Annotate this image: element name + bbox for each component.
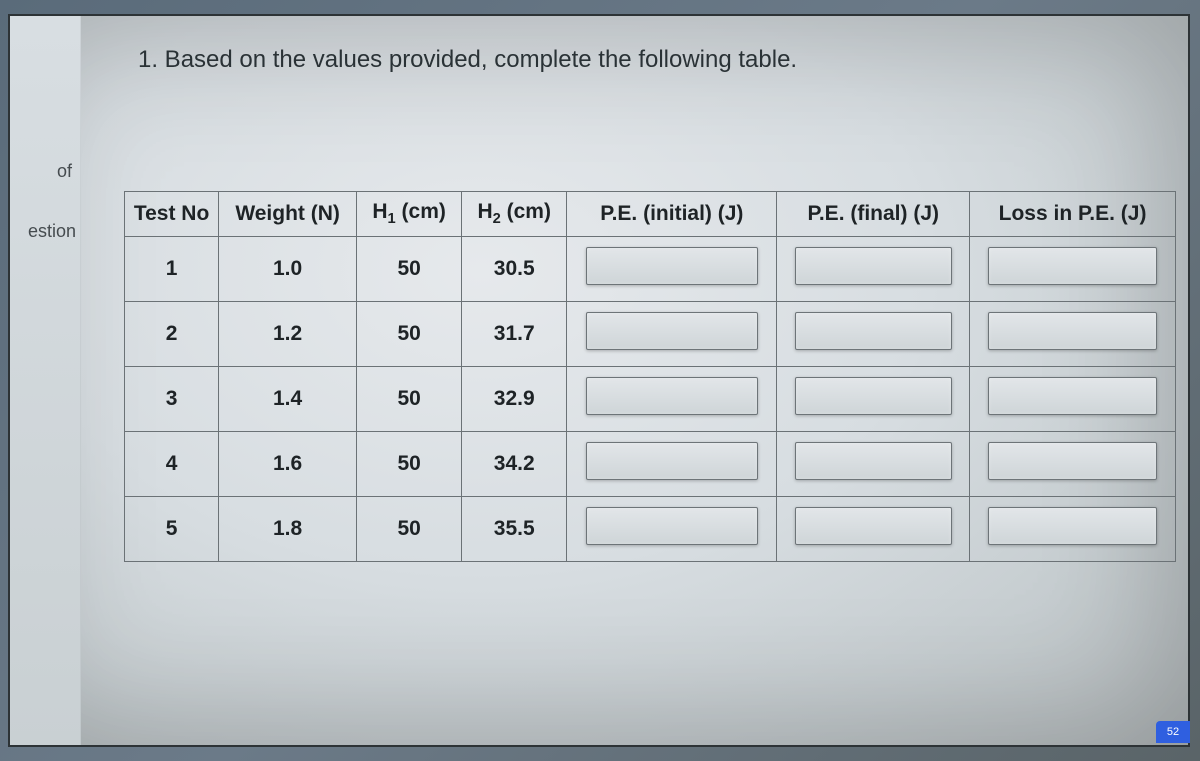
pe-initial-input[interactable] [586,247,758,285]
left-sidebar-fragment: of estion [10,16,81,745]
col-header-pe-final: P.E. (final) (J) [777,192,970,237]
cell-test-no: 4 [125,432,219,497]
screen-panel: of estion 1. Based on the values provide… [8,14,1190,747]
col-header-test-no: Test No [125,192,219,237]
data-table: Test No Weight (N) H1 (cm) H2 (cm) P.E. … [124,191,1176,562]
cell-h2: 35.5 [462,497,567,562]
cell-h2: 34.2 [462,432,567,497]
cell-h1: 50 [357,367,462,432]
table-header-row: Test No Weight (N) H1 (cm) H2 (cm) P.E. … [125,192,1176,237]
cell-h1: 50 [357,432,462,497]
cell-h1: 50 [357,497,462,562]
loss-input[interactable] [988,247,1156,285]
data-table-wrapper: Test No Weight (N) H1 (cm) H2 (cm) P.E. … [124,191,1176,562]
table-row: 21.25031.7 [125,302,1176,367]
cell-h2: 30.5 [462,237,567,302]
loss-input[interactable] [988,312,1156,350]
table-row: 41.65034.2 [125,432,1176,497]
pe-initial-input[interactable] [586,312,758,350]
pe-initial-input[interactable] [586,377,758,415]
loss-input-cell [970,367,1176,432]
cell-h1: 50 [357,237,462,302]
pe-initial-input-cell [567,237,777,302]
loss-input-cell [970,302,1176,367]
cell-weight: 1.4 [219,367,357,432]
col-header-h2: H2 (cm) [462,192,567,237]
loss-input-cell [970,237,1176,302]
cell-h1: 50 [357,302,462,367]
cell-test-no: 5 [125,497,219,562]
col-header-loss: Loss in P.E. (J) [970,192,1176,237]
loss-input[interactable] [988,442,1156,480]
cell-weight: 1.8 [219,497,357,562]
sidebar-text-estion: estion [6,221,76,242]
loss-input-cell [970,432,1176,497]
table-row: 11.05030.5 [125,237,1176,302]
table-row: 31.45032.9 [125,367,1176,432]
cell-h2: 32.9 [462,367,567,432]
table-row: 51.85035.5 [125,497,1176,562]
col-header-h1: H1 (cm) [357,192,462,237]
pe-final-input[interactable] [795,312,953,350]
pe-final-input[interactable] [795,442,953,480]
loss-input[interactable] [988,377,1156,415]
pe-final-input-cell [777,367,970,432]
loss-input[interactable] [988,507,1156,545]
pe-initial-input-cell [567,497,777,562]
cell-weight: 1.0 [219,237,357,302]
cell-test-no: 3 [125,367,219,432]
question-prompt: 1. Based on the values provided, complet… [138,46,1158,74]
pe-final-input-cell [777,302,970,367]
cell-h2: 31.7 [462,302,567,367]
pe-initial-input-cell [567,367,777,432]
cell-weight: 1.2 [219,302,357,367]
pe-final-input[interactable] [795,247,953,285]
loss-input-cell [970,497,1176,562]
cell-test-no: 2 [125,302,219,367]
pe-final-input-cell [777,497,970,562]
pe-final-input[interactable] [795,377,953,415]
pe-initial-input-cell [567,302,777,367]
content-area: 1. Based on the values provided, complet… [118,16,1178,745]
cell-weight: 1.6 [219,432,357,497]
corner-badge: 52 [1156,721,1190,743]
pe-initial-input-cell [567,432,777,497]
sidebar-text-of: of [2,161,72,182]
col-header-pe-initial: P.E. (initial) (J) [567,192,777,237]
pe-final-input-cell [777,237,970,302]
pe-final-input[interactable] [795,507,953,545]
pe-initial-input[interactable] [586,442,758,480]
pe-final-input-cell [777,432,970,497]
cell-test-no: 1 [125,237,219,302]
col-header-weight: Weight (N) [219,192,357,237]
pe-initial-input[interactable] [586,507,758,545]
